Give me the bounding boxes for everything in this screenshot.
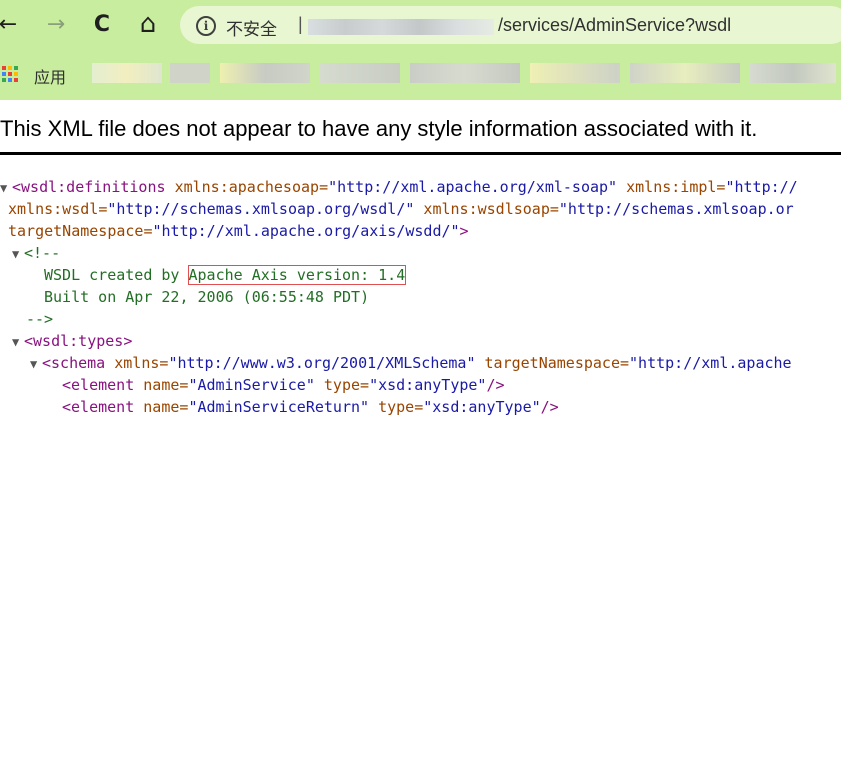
tag-name: <element (62, 376, 135, 394)
url-host-redacted (308, 19, 494, 35)
home-icon: ⌂ (139, 9, 157, 39)
attr-value: "AdminService" (188, 376, 315, 394)
xml-line: Built on Apr 22, 2006 (06:55:48 PDT) (44, 286, 369, 308)
comment-text: Built on Apr 22, 2006 (06:55:48 PDT) (44, 288, 370, 306)
notice-divider (0, 152, 841, 155)
bookmark-item[interactable] (170, 63, 210, 83)
reload-button[interactable]: C (86, 8, 118, 40)
attr-equals: = (549, 200, 559, 218)
back-button[interactable]: ← (0, 8, 24, 40)
collapse-toggle-icon[interactable]: ▼ (12, 331, 24, 353)
tag-name: <element (62, 398, 135, 416)
tag-close: /> (486, 376, 505, 394)
attr-name: xmlns:apachesoap (174, 178, 320, 196)
bookmark-item[interactable] (320, 63, 400, 83)
attr-name: targetNamespace (8, 222, 144, 240)
browser-toolbar: ← → C ⌂ i 不安全 | /services/AdminService?w… (0, 0, 841, 50)
bookmark-item[interactable] (220, 63, 310, 83)
tag-name: <wsdl:types> (24, 332, 133, 350)
attr-name: xmlns:wsdl (8, 200, 99, 218)
attr-name: type (378, 398, 415, 416)
tag-name: <wsdl:definitions (12, 178, 166, 196)
attr-equals: = (360, 376, 370, 394)
apps-grid-icon[interactable] (2, 66, 18, 82)
comment-text: WSDL created by (44, 266, 189, 284)
attr-value: "xsd:anyType" (369, 376, 487, 394)
forward-arrow-icon: → (46, 11, 66, 37)
tag-close: /> (540, 398, 559, 416)
attr-value: "http:// (725, 178, 798, 196)
xml-line: ▼ <wsdl:types> (12, 330, 132, 352)
tag-name: <schema (42, 354, 106, 372)
xml-tree: ▼ <wsdl:definitions xmlns:apachesoap="htt… (0, 178, 841, 772)
attr-value: "http://schemas.xmlsoap.or (558, 200, 794, 218)
attr-equals: = (98, 200, 108, 218)
address-bar[interactable]: i 不安全 | /services/AdminService?wsdl (180, 6, 841, 44)
attr-name: name (143, 376, 180, 394)
attr-value: "http://xml.apache.org/axis/wsdd/" (152, 222, 460, 240)
apps-label[interactable]: 应用 (34, 64, 66, 88)
bookmark-item[interactable] (92, 63, 162, 83)
url-separator: | (298, 14, 303, 34)
bookmark-item[interactable] (410, 63, 520, 83)
xml-line: --> (26, 308, 53, 330)
xml-line: WSDL created by Apache Axis version: 1.4 (44, 264, 407, 286)
xml-line: ▼ <schema xmlns = "http://www.w3.org/2001/X… (30, 352, 792, 374)
attr-equals: = (319, 178, 329, 196)
bookmark-item[interactable] (750, 63, 836, 83)
attr-value: "xsd:anyType" (423, 398, 541, 416)
attr-equals: = (143, 222, 153, 240)
reload-icon: C (93, 11, 111, 37)
attr-name: xmlns:impl (626, 178, 717, 196)
xml-line: <element name="AdminService" type="xsd:a… (62, 374, 505, 396)
attr-value: "http://xml.apache.org/xml-soap" (328, 178, 618, 196)
xml-line: ▼ <wsdl:definitions xmlns:apachesoap="htt… (0, 176, 798, 198)
highlighted-version-text: Apache Axis version: 1.4 (187, 265, 407, 285)
home-button[interactable]: ⌂ (132, 8, 164, 40)
collapse-toggle-icon[interactable]: ▼ (0, 177, 12, 199)
comment-close: --> (26, 310, 54, 328)
collapse-toggle-icon[interactable]: ▼ (12, 243, 24, 265)
info-icon[interactable]: i (196, 16, 216, 36)
bookmark-item[interactable] (530, 63, 620, 83)
xml-line: xmlns:wsdl="http://schemas.xmlsoap.org/w… (8, 198, 794, 220)
attr-value: "AdminServiceReturn" (188, 398, 370, 416)
attr-value: "http://xml.apache (629, 354, 792, 372)
tag-close: > (459, 222, 469, 240)
back-arrow-icon: ← (0, 11, 18, 37)
xml-style-notice: This XML file does not appear to have an… (0, 116, 758, 141)
attr-name: type (323, 376, 361, 394)
attr-equals: = (414, 398, 424, 416)
security-label[interactable]: 不安全 (226, 15, 277, 40)
xml-line: <element name="AdminServiceReturn" type=… (62, 396, 559, 418)
url-path[interactable]: /services/AdminService?wsdl (498, 15, 731, 36)
attr-name: targetNamespace (484, 354, 620, 372)
attr-value: "http://schemas.xmlsoap.org/wsdl/" (107, 200, 415, 218)
xml-line: ▼ <!-- (12, 242, 60, 264)
attr-value: "http://www.w3.org/2001/XMLSchema" (168, 354, 476, 372)
comment-open: <!-- (24, 244, 61, 262)
attr-name: xmlns:wsdlsoap (423, 200, 550, 218)
collapse-toggle-icon[interactable]: ▼ (30, 353, 42, 375)
xml-line: targetNamespace="http://xml.apache.org/a… (8, 220, 469, 242)
attr-equals: = (619, 354, 630, 372)
attr-name: name (143, 398, 180, 416)
bookmark-item[interactable] (630, 63, 740, 83)
attr-name: xmlns (114, 354, 160, 372)
forward-button[interactable]: → (40, 8, 72, 40)
